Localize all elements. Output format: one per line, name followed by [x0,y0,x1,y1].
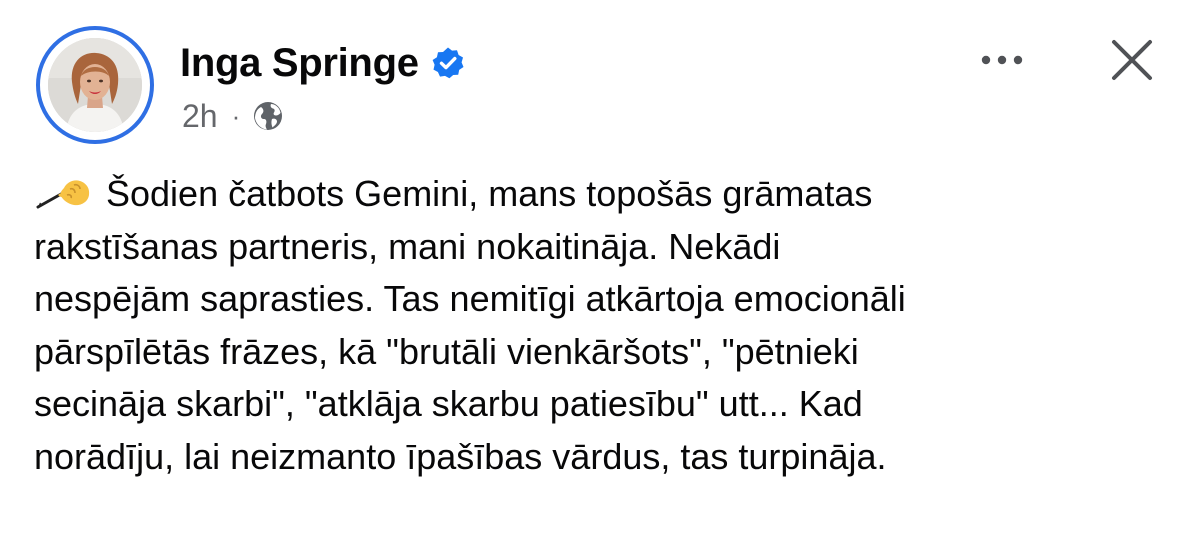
profile-photo [48,38,142,132]
verified-badge-icon [431,46,465,80]
post-text-line-1: Šodien čatbots Gemini, mans topošās grām… [106,173,873,214]
close-icon [1112,40,1152,80]
facebook-post: Inga Springe 2h · Šodien čatbots Gemini,… [0,0,1199,535]
author-line: Inga Springe [180,38,465,88]
writing-hand-icon [34,172,92,209]
post-text-line-3: nespējām saprasties. Tas nemitīgi atkārt… [34,278,906,319]
post-meta: 2h · [182,96,284,136]
meta-separator: · [231,100,241,131]
post-text: Šodien čatbots Gemini, mans topošās grām… [34,168,1174,483]
post-text-line-4: pārspīlētās frāzes, kā "brutāli vienkārš… [34,330,859,372]
post-text-line-6: norādīju, lai neizmanto īpašības vārdus,… [34,435,887,477]
avatar[interactable] [48,38,142,132]
post-text-line: Šodien čatbots Gemini, mans topošās grām… [34,168,1174,221]
post-header: Inga Springe 2h · [0,0,1199,160]
globe-icon[interactable] [252,100,284,132]
story-ring-avatar[interactable] [36,26,154,144]
more-options-button[interactable] [972,40,1032,80]
author-name[interactable]: Inga Springe [180,41,419,86]
post-text-line-2: rakstīšanas partneris, mani nokaitināja.… [34,225,781,267]
more-options-icon [981,55,1023,65]
post-text-line-5: secināja skarbi", "atklāja skarbu paties… [34,383,863,424]
close-button[interactable] [1106,34,1158,86]
post-timestamp[interactable]: 2h [182,98,218,135]
